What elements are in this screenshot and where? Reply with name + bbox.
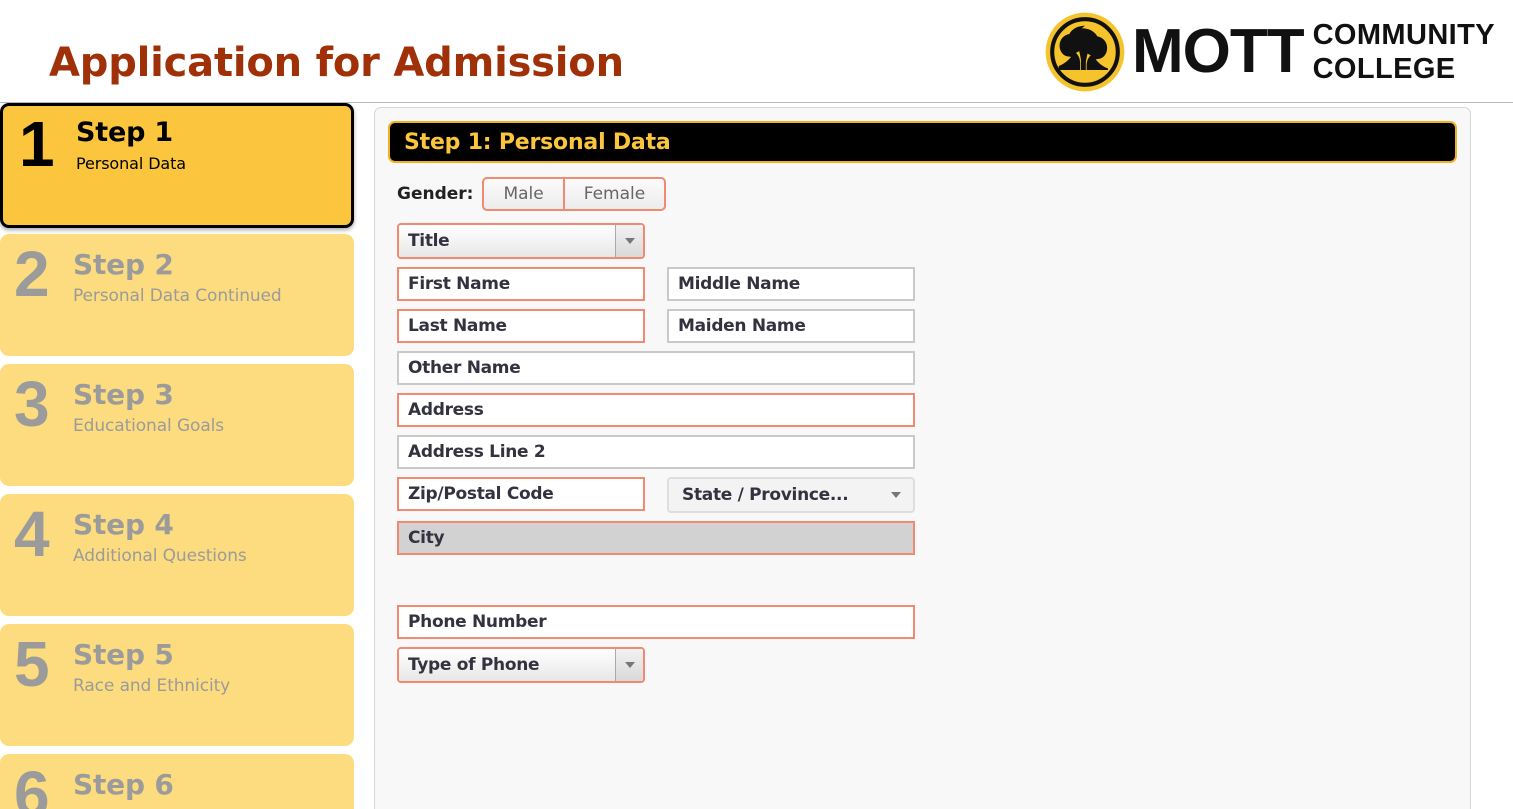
mott-tree-logo-icon: [1045, 12, 1125, 92]
other-name-row: Other Name: [397, 351, 1457, 385]
last-name-input[interactable]: Last Name: [397, 309, 645, 343]
step-title: Step 3: [73, 378, 174, 411]
sidebar-step-5[interactable]: 5 Step 5 Race and Ethnicity: [0, 624, 354, 746]
middle-name-input[interactable]: Middle Name: [667, 267, 915, 301]
address-line-2-row: Address Line 2: [397, 435, 1457, 469]
type-of-phone-row: Type of Phone: [397, 647, 1457, 683]
gender-row: Gender: Male Female: [397, 177, 1457, 211]
step-title: Step 2: [73, 248, 174, 281]
logo-line-college: COLLEGE: [1312, 52, 1456, 85]
gender-button-group: Male Female: [482, 177, 667, 211]
chevron-down-icon: [891, 492, 901, 498]
personal-data-form: Gender: Male Female Title First Name Mid…: [388, 163, 1457, 683]
form-panel: Step 1: Personal Data Gender: Male Femal…: [374, 107, 1471, 809]
first-name-input[interactable]: First Name: [397, 267, 645, 301]
other-name-input[interactable]: Other Name: [397, 351, 915, 385]
phone-number-row: Phone Number: [397, 605, 1457, 639]
step-subtitle: Race and Ethnicity: [73, 676, 231, 697]
mott-community-college-logo: MOTT COMMUNITY COLLEGE: [1044, 8, 1495, 96]
step-title: Step 6: [73, 768, 174, 801]
title-select-value: Title: [399, 225, 615, 257]
step-title: Step 5: [73, 638, 174, 671]
type-of-phone-select[interactable]: Type of Phone: [397, 647, 645, 683]
steps-sidebar: 1 Step 1 Personal Data 2 Step 2 Personal…: [0, 103, 362, 809]
name-row-2: Last Name Maiden Name: [397, 309, 1457, 343]
title-select[interactable]: Title: [397, 223, 645, 259]
step-subtitle: Educational Goals: [73, 416, 225, 437]
city-row: City: [397, 521, 1457, 555]
sidebar-step-6[interactable]: 6 Step 6: [0, 754, 354, 809]
section-header: Step 1: Personal Data: [388, 121, 1457, 163]
phone-number-input[interactable]: Phone Number: [397, 605, 915, 639]
address-line-2-input[interactable]: Address Line 2: [397, 435, 915, 469]
sidebar-step-1[interactable]: 1 Step 1 Personal Data: [0, 103, 354, 228]
step-number: 1: [19, 108, 55, 180]
form-spacer: [397, 563, 1457, 605]
state-province-select-value: State / Province...: [682, 485, 849, 505]
sidebar-step-2[interactable]: 2 Step 2 Personal Data Continued: [0, 234, 354, 356]
step-number: 3: [14, 368, 50, 440]
page-header: Application for Admission MOTT COMMUNITY…: [0, 0, 1513, 103]
step-title: Step 4: [73, 508, 174, 541]
maiden-name-input[interactable]: Maiden Name: [667, 309, 915, 343]
zip-postal-code-input[interactable]: Zip/Postal Code: [397, 477, 645, 511]
name-row-1: First Name Middle Name: [397, 267, 1457, 301]
chevron-down-icon[interactable]: [615, 225, 643, 257]
gender-option-female[interactable]: Female: [563, 177, 667, 211]
type-of-phone-select-value: Type of Phone: [399, 649, 615, 681]
city-input[interactable]: City: [397, 521, 915, 555]
step-subtitle: Additional Questions: [73, 546, 247, 567]
step-number: 2: [14, 238, 50, 310]
step-number: 6: [14, 758, 50, 809]
section-header-label: Step 1: Personal Data: [404, 129, 671, 155]
step-number: 4: [14, 498, 50, 570]
chevron-down-icon[interactable]: [615, 649, 643, 681]
address-row: Address: [397, 393, 1457, 427]
title-row: Title: [397, 223, 1457, 259]
step-subtitle: Personal Data: [76, 154, 187, 174]
logo-subtext: COMMUNITY COLLEGE: [1312, 18, 1495, 85]
sidebar-step-3[interactable]: 3 Step 3 Educational Goals: [0, 364, 354, 486]
step-title: Step 1: [76, 117, 173, 148]
gender-option-male[interactable]: Male: [482, 177, 564, 211]
address-input[interactable]: Address: [397, 393, 915, 427]
zip-state-row: Zip/Postal Code State / Province...: [397, 477, 1457, 513]
state-province-select[interactable]: State / Province...: [667, 477, 915, 513]
page-title: Application for Admission: [49, 40, 624, 86]
gender-label: Gender:: [397, 184, 474, 204]
step-number: 5: [14, 628, 50, 700]
step-subtitle: Personal Data Continued: [73, 286, 282, 307]
logo-wordmark: MOTT: [1131, 17, 1305, 86]
sidebar-step-4[interactable]: 4 Step 4 Additional Questions: [0, 494, 354, 616]
logo-line-community: COMMUNITY: [1312, 18, 1495, 51]
page-body: 1 Step 1 Personal Data 2 Step 2 Personal…: [0, 103, 1513, 809]
